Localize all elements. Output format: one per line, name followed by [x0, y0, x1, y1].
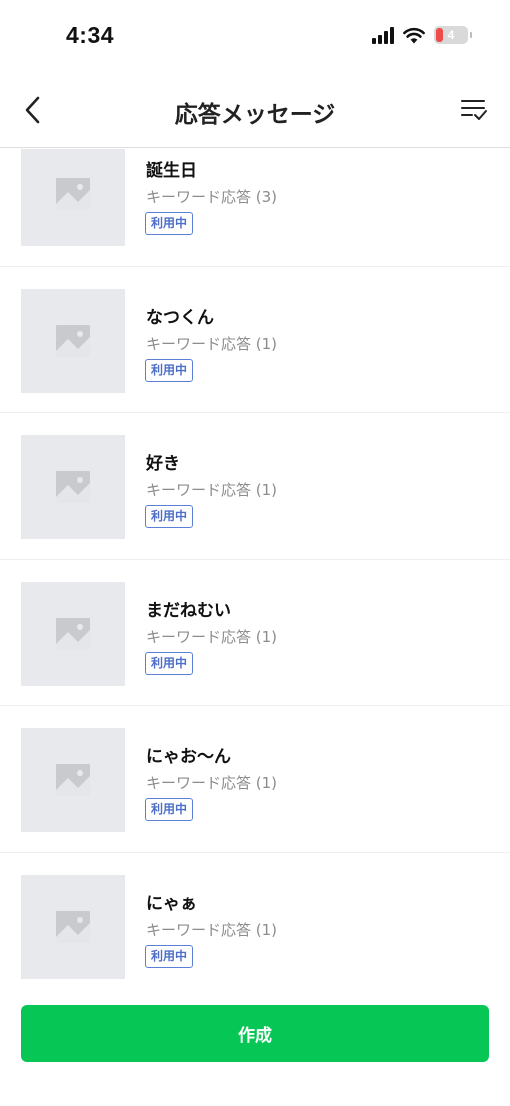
status-badge: 利用中: [145, 212, 194, 235]
list-item[interactable]: なつくん キーワード応答 (1) 利用中: [0, 267, 510, 414]
status-time: 4:34: [66, 22, 115, 48]
image-placeholder-icon: [56, 471, 90, 504]
thumbnail-placeholder: [21, 288, 125, 393]
image-placeholder-icon: [56, 764, 90, 797]
item-title: まだねむい: [146, 600, 231, 621]
battery-level: 4: [447, 28, 455, 42]
item-keyword-count: キーワード応答 (1): [146, 920, 278, 939]
thumbnail-placeholder: [21, 728, 125, 833]
item-keyword-count: キーワード応答 (1): [146, 334, 278, 353]
item-title: にゃぁ: [146, 893, 197, 914]
image-placeholder-icon: [56, 910, 90, 943]
item-keyword-count: キーワード応答 (3): [146, 188, 278, 206]
list-item[interactable]: まだねむい キーワード応答 (1) 利用中: [0, 560, 510, 707]
thumbnail-placeholder: [21, 435, 125, 540]
thumbnail-placeholder: [21, 581, 125, 686]
item-title: にゃお〜ん: [146, 747, 231, 768]
image-placeholder-icon: [56, 617, 90, 650]
select-mode-button[interactable]: [460, 97, 488, 123]
message-list[interactable]: 誕生日 キーワード応答 (3) 利用中 なつくん キーワード応答 (1) 利用中…: [0, 149, 510, 983]
thumbnail-placeholder: [21, 874, 125, 979]
image-placeholder-icon: [56, 178, 90, 210]
image-placeholder-icon: [56, 324, 90, 357]
page-title: 応答メッセージ: [174, 102, 336, 128]
item-title: なつくん: [146, 307, 214, 328]
status-icons: 4: [372, 26, 472, 44]
thumbnail-placeholder: [21, 149, 125, 246]
list-item[interactable]: にゃぁ キーワード応答 (1) 利用中: [0, 853, 510, 983]
status-bar: 4:34 4: [0, 0, 510, 72]
list-item[interactable]: 誕生日 キーワード応答 (3) 利用中: [0, 149, 510, 267]
status-badge: 利用中: [145, 798, 194, 822]
status-badge: 利用中: [145, 505, 194, 529]
status-badge: 利用中: [145, 358, 194, 382]
cellular-signal-icon: [372, 26, 394, 44]
battery-icon: 4: [434, 26, 472, 44]
list-item[interactable]: にゃお〜ん キーワード応答 (1) 利用中: [0, 706, 510, 853]
list-check-icon: [461, 100, 487, 120]
item-keyword-count: キーワード応答 (1): [146, 481, 278, 500]
nav-bar: 応答メッセージ: [0, 72, 510, 148]
status-badge: 利用中: [145, 944, 194, 968]
item-keyword-count: キーワード応答 (1): [146, 774, 278, 793]
list-item[interactable]: 好き キーワード応答 (1) 利用中: [0, 413, 510, 560]
item-title: 誕生日: [146, 161, 197, 181]
create-button[interactable]: 作成: [21, 1005, 489, 1062]
status-badge: 利用中: [145, 651, 194, 675]
wifi-icon: [403, 27, 425, 43]
footer: 作成: [0, 983, 510, 1106]
item-keyword-count: キーワード応答 (1): [146, 627, 278, 646]
item-title: 好き: [146, 454, 180, 475]
